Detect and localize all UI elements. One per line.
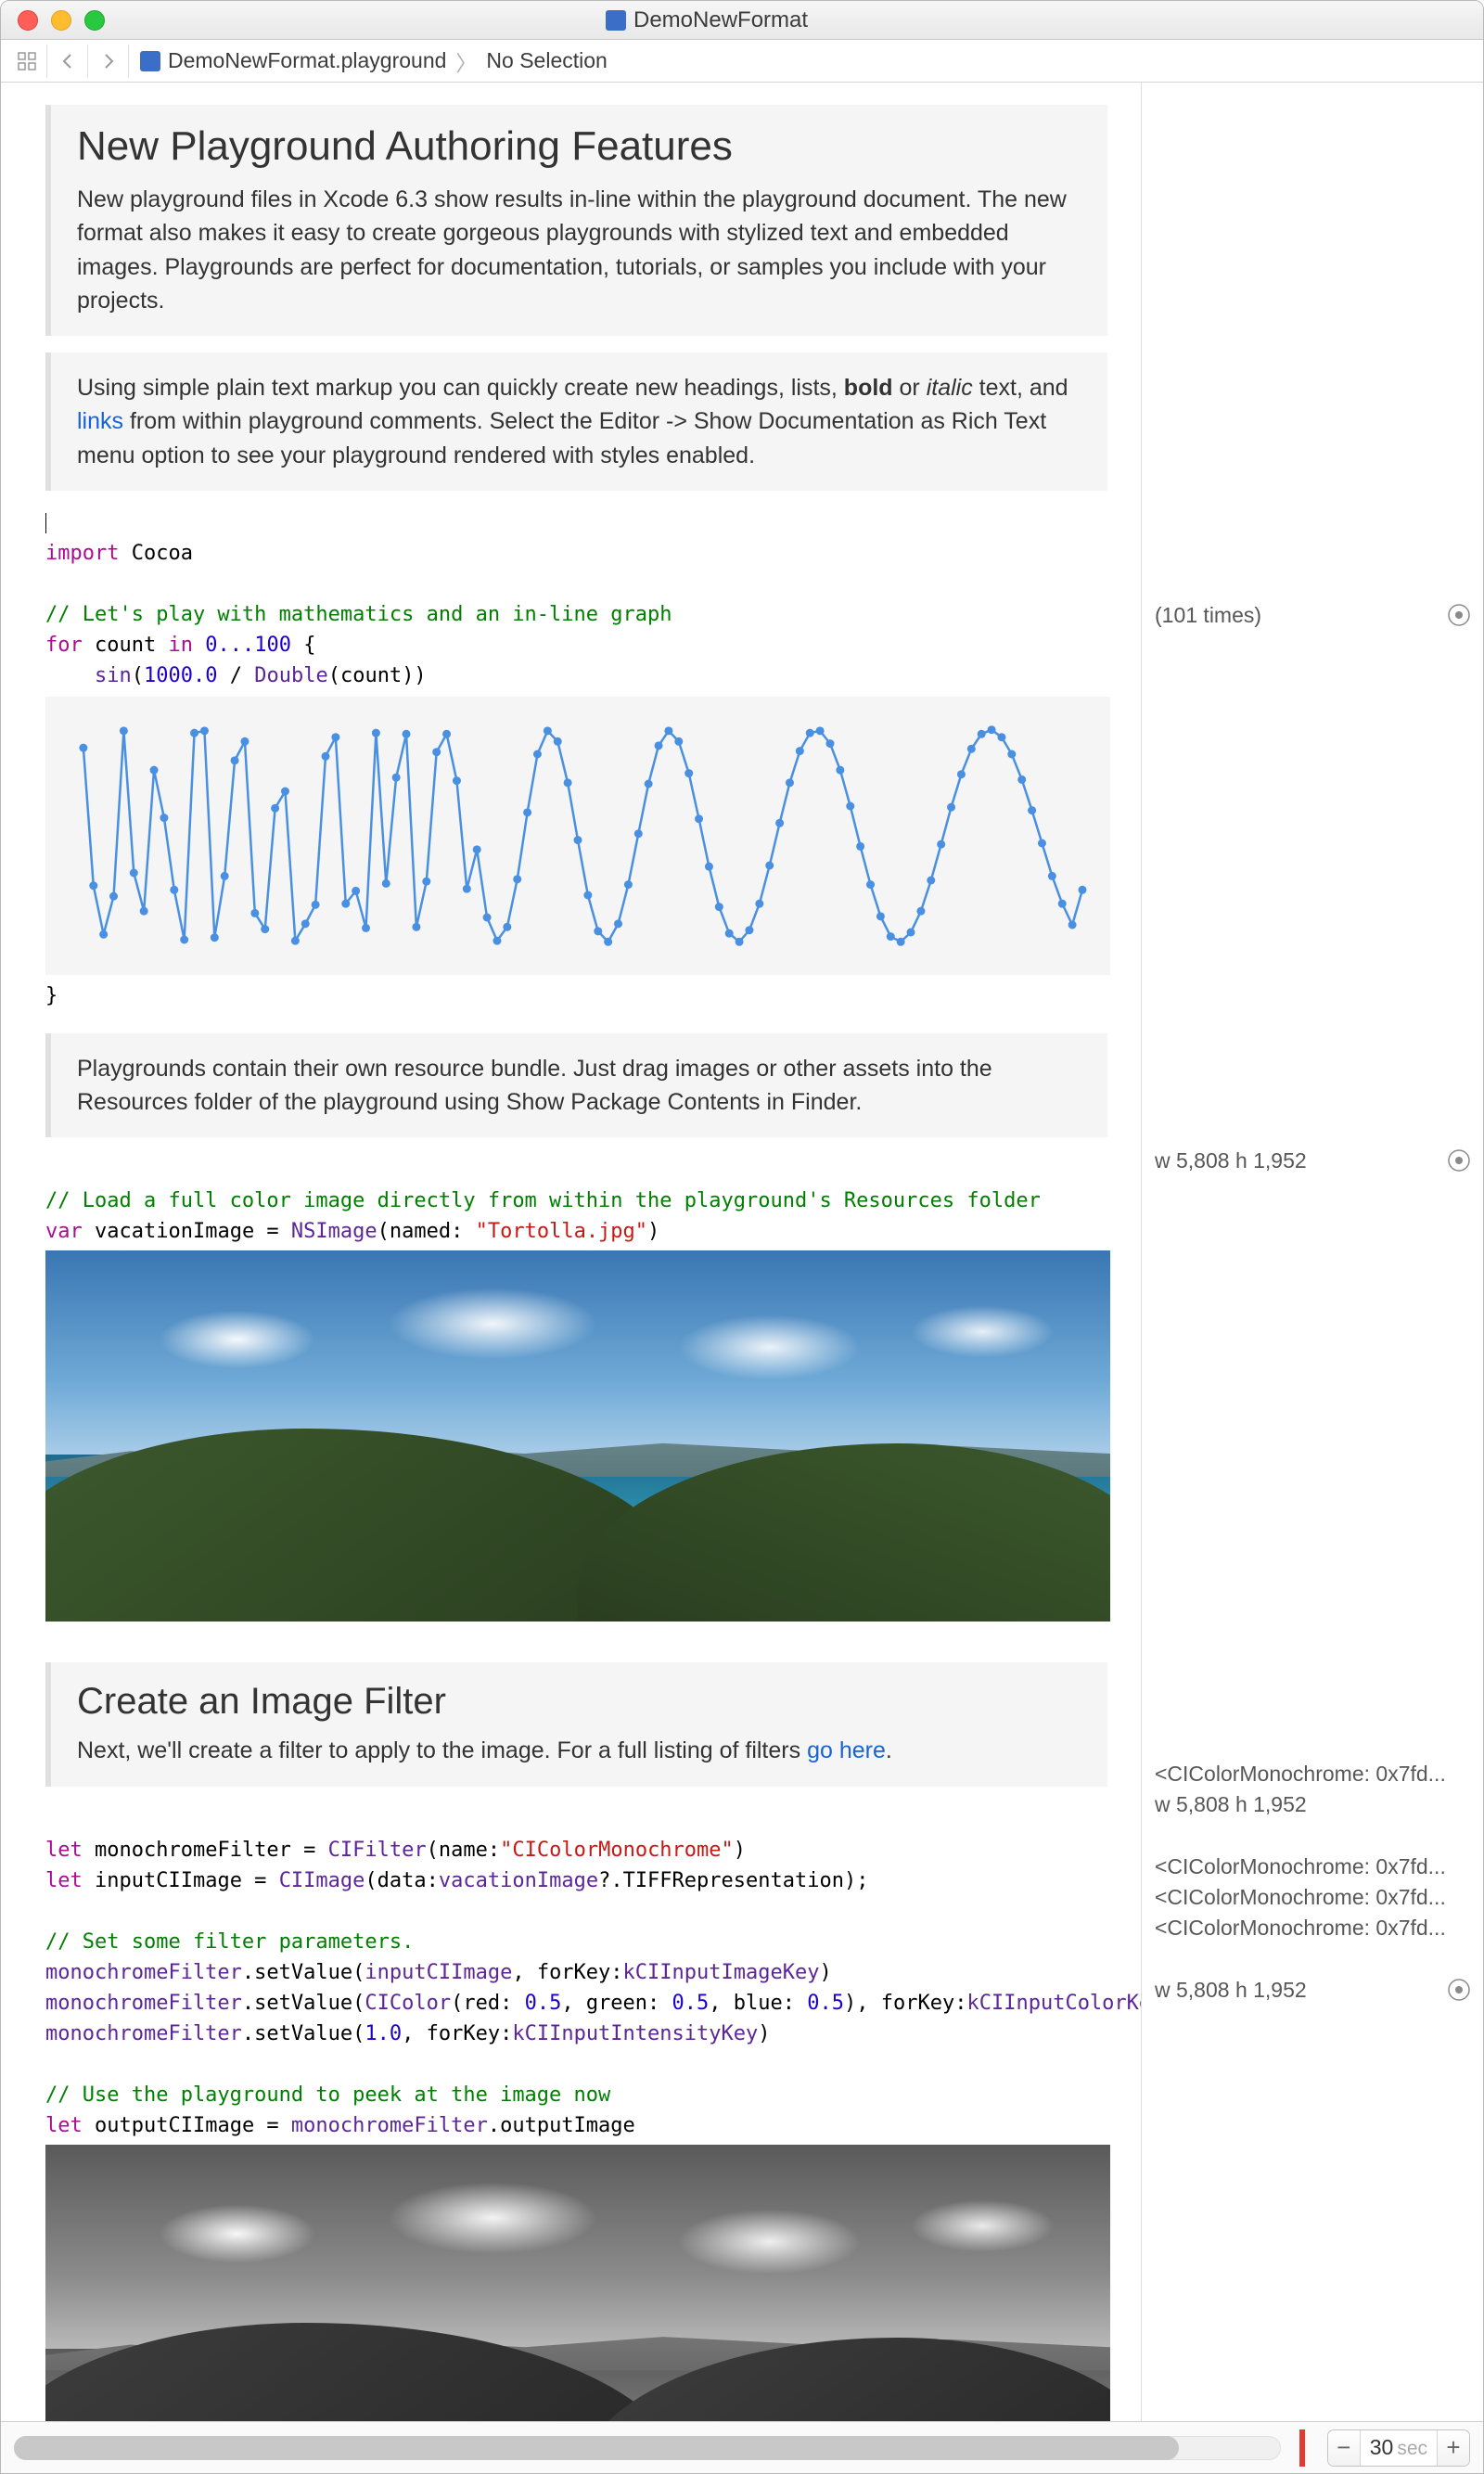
doc-markup-info: Using simple plain text markup you can q… — [45, 353, 1107, 491]
timeline-control: − 30sec + — [1327, 2429, 1470, 2467]
result-row[interactable]: <CIColorMonochrome: 0x7fd... — [1155, 1762, 1472, 1787]
close-button[interactable] — [18, 10, 38, 31]
code-load-image[interactable]: // Load a full color image directly from… — [45, 1186, 1107, 1247]
go-here-link[interactable]: go here — [807, 1737, 886, 1763]
back-button[interactable] — [47, 45, 88, 78]
window-title: DemoNewFormat — [633, 7, 808, 33]
breadcrumb-selection[interactable]: No Selection — [486, 48, 607, 73]
inline-graph — [45, 697, 1110, 975]
page-title: New Playground Authoring Features — [77, 123, 1081, 170]
intro-paragraph: New playground files in Xcode 6.3 show r… — [77, 183, 1081, 317]
doc-filter-section: Create an Image Filter Next, we'll creat… — [45, 1662, 1107, 1786]
result-row[interactable]: <CIColorMonochrome: 0x7fd... — [1155, 1916, 1472, 1941]
forward-button[interactable] — [88, 45, 129, 78]
chevron-right-icon: 〉 — [446, 45, 486, 77]
titlebar: DemoNewFormat — [1, 1, 1483, 40]
code-import[interactable]: import Cocoa // Let's play with mathemat… — [45, 507, 1107, 691]
doc-intro: New Playground Authoring Features New pl… — [45, 105, 1107, 336]
playground-icon — [606, 10, 626, 31]
inline-image-mono — [45, 2145, 1110, 2422]
breadcrumb-file[interactable]: DemoNewFormat.playground — [168, 48, 446, 73]
results-sidebar: (101 times) w 5,808 h 1,952 <CIColorMono… — [1142, 83, 1483, 2421]
result-row[interactable]: (101 times) — [1155, 602, 1472, 628]
resources-paragraph: Playgrounds contain their own resource b… — [77, 1052, 1081, 1120]
zoom-button[interactable] — [84, 10, 105, 31]
time-value: 30 — [1370, 2435, 1394, 2460]
minimize-button[interactable] — [51, 10, 71, 31]
time-unit: sec — [1397, 2438, 1427, 2460]
result-row[interactable]: w 5,808 h 1,952 — [1155, 1977, 1472, 2003]
code-filter[interactable]: let monochromeFilter = CIFilter(name:"CI… — [45, 1835, 1107, 2141]
result-row[interactable]: w 5,808 h 1,952 — [1155, 1147, 1472, 1173]
quicklook-icon[interactable] — [1446, 602, 1472, 628]
code-close-brace[interactable]: } — [45, 981, 1107, 1011]
inline-image-color — [45, 1250, 1110, 1622]
quicklook-icon[interactable] — [1446, 1977, 1472, 2003]
markup-paragraph: Using simple plain text markup you can q… — [77, 371, 1081, 472]
section-title: Create an Image Filter — [77, 1681, 1081, 1723]
time-increase-button[interactable]: + — [1438, 2430, 1469, 2466]
file-icon — [140, 51, 160, 71]
doc-resources: Playgrounds contain their own resource b… — [45, 1033, 1107, 1138]
result-row[interactable]: <CIColorMonochrome: 0x7fd... — [1155, 1854, 1472, 1879]
links-link[interactable]: links — [77, 408, 123, 434]
quicklook-icon[interactable] — [1446, 1147, 1472, 1173]
debug-bar: − 30sec + — [1, 2421, 1483, 2473]
result-row[interactable]: <CIColorMonochrome: 0x7fd... — [1155, 1885, 1472, 1910]
horizontal-scrollbar[interactable] — [14, 2436, 1281, 2460]
jump-bar: DemoNewFormat.playground 〉 No Selection — [1, 40, 1483, 83]
related-items-button[interactable] — [6, 45, 47, 78]
filter-paragraph: Next, we'll create a filter to apply to … — [77, 1734, 1081, 1767]
execution-marker — [1299, 2429, 1305, 2467]
editor-pane[interactable]: New Playground Authoring Features New pl… — [1, 83, 1142, 2421]
time-decrease-button[interactable]: − — [1328, 2430, 1360, 2466]
result-row[interactable]: w 5,808 h 1,952 — [1155, 1792, 1472, 1817]
